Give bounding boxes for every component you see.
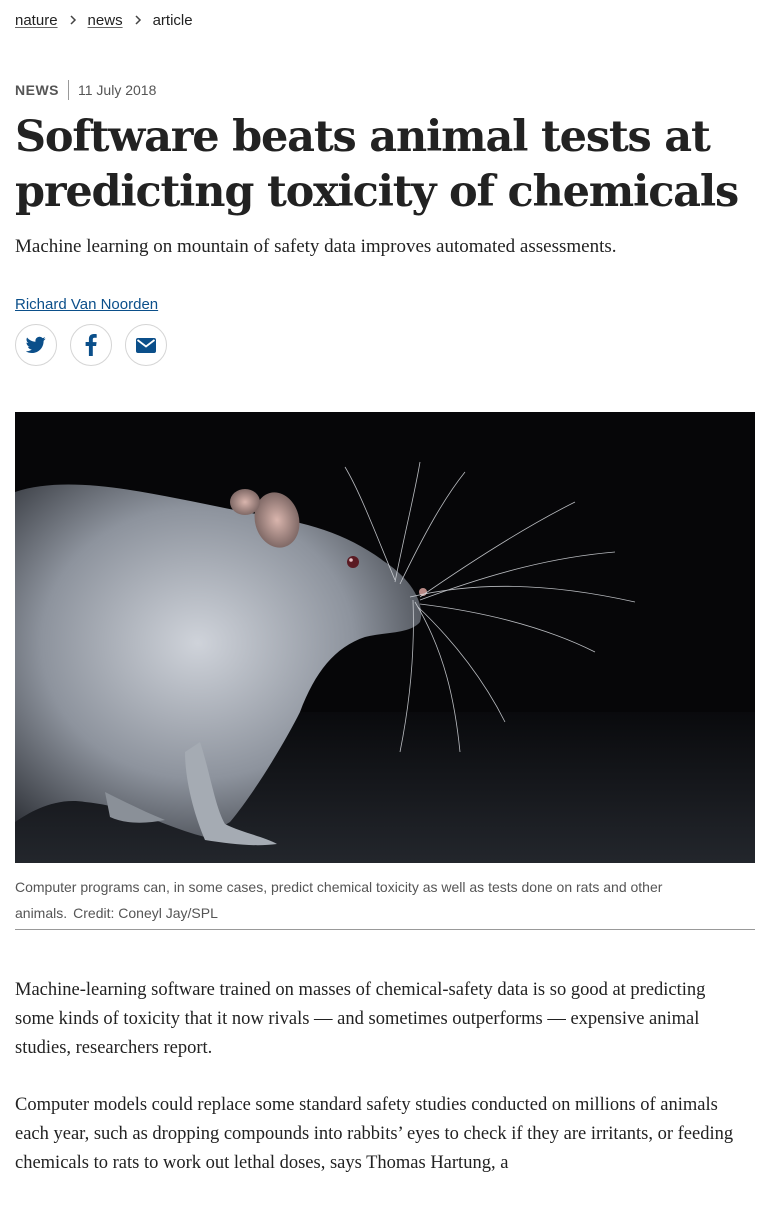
breadcrumb: nature news article <box>15 9 193 31</box>
share-email-button[interactable] <box>125 324 167 366</box>
breadcrumb-link-nature[interactable]: nature <box>15 12 58 29</box>
email-icon <box>136 337 156 353</box>
figure-caption: Computer programs can, in some cases, pr… <box>15 874 755 926</box>
meta-divider <box>68 80 69 100</box>
article-meta: NEWS 11 July 2018 <box>15 80 156 100</box>
article-title: Software beats animal tests at predictin… <box>15 112 739 217</box>
facebook-icon <box>85 334 97 356</box>
share-buttons <box>15 324 167 366</box>
breadcrumb-current: article <box>152 11 193 29</box>
body-paragraph: Computer models could replace some stand… <box>15 1095 734 1173</box>
share-twitter-button[interactable] <box>15 324 57 366</box>
article-type: NEWS <box>15 82 59 98</box>
caption-divider <box>15 929 755 930</box>
chevron-right-icon <box>135 15 141 25</box>
caption-credit: Credit: Coneyl Jay/SPL <box>73 905 218 921</box>
article-image <box>15 412 755 863</box>
share-facebook-button[interactable] <box>70 324 112 366</box>
article-date: 11 July 2018 <box>78 82 157 98</box>
article-body: Machine-learning software trained on mas… <box>15 976 745 1206</box>
breadcrumb-link-news[interactable]: news <box>88 12 123 29</box>
rat-photo <box>15 412 755 863</box>
body-paragraph: Machine-learning software trained on mas… <box>15 980 706 1058</box>
article-standfirst: Machine learning on mountain of safety d… <box>15 236 617 257</box>
author-link[interactable]: Richard Van Noorden <box>15 296 158 313</box>
twitter-icon <box>26 336 46 353</box>
chevron-right-icon <box>70 15 76 25</box>
